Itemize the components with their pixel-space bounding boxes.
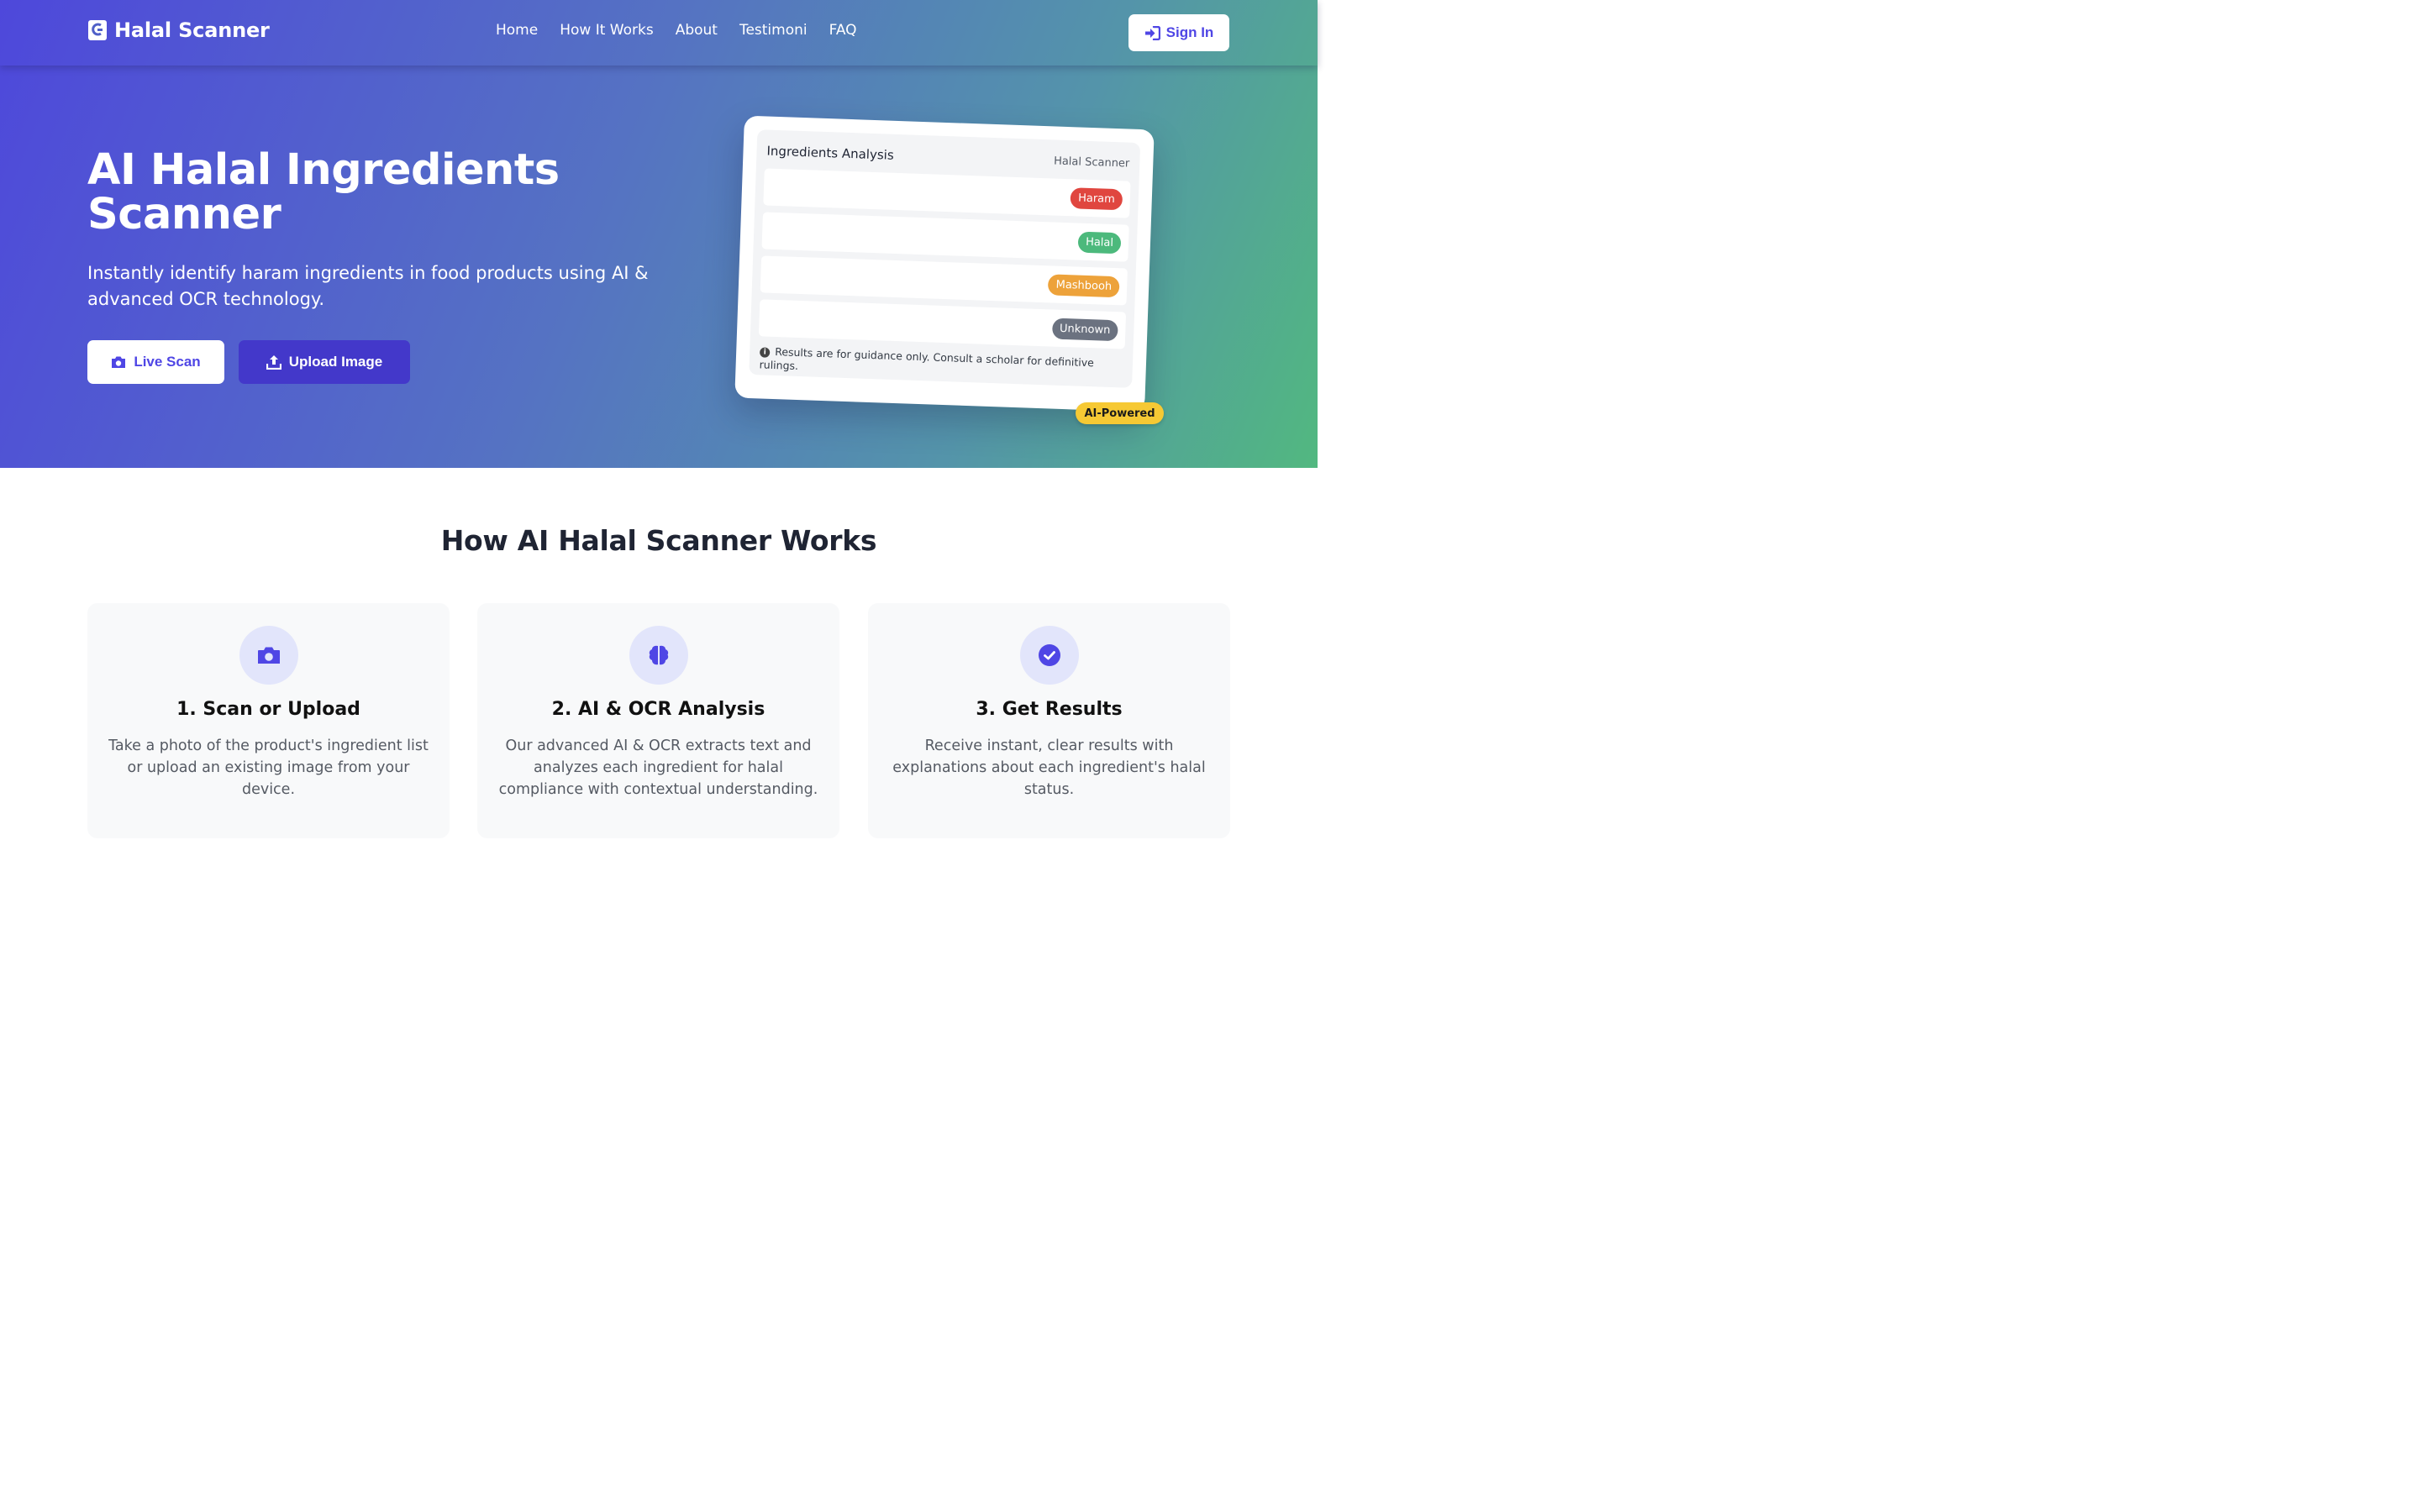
step-description: Our advanced AI & OCR extracts text and … bbox=[498, 738, 818, 798]
step-icon-circle bbox=[1019, 626, 1079, 685]
brand-logo[interactable]: Halal Scanner bbox=[87, 18, 270, 42]
ingredient-row: Unknown bbox=[758, 299, 1127, 349]
hero-section: Halal Scanner Home How It Works About Te… bbox=[0, 0, 1318, 468]
step-icon-circle bbox=[629, 626, 688, 685]
step-card-results: 3. Get Results Receive instant, clear re… bbox=[868, 603, 1230, 838]
upload-image-label: Upload Image bbox=[288, 354, 383, 370]
brain-icon bbox=[649, 645, 668, 665]
check-circle-icon bbox=[1038, 644, 1060, 666]
analysis-title: Ingredients Analysis bbox=[766, 143, 895, 163]
step-card-scan: 1. Scan or Upload Take a photo of the pr… bbox=[87, 603, 450, 838]
live-scan-button[interactable]: Live Scan bbox=[87, 340, 224, 384]
hero-subtitle: Instantly identify haram ingredients in … bbox=[87, 263, 649, 309]
brand-name: Halal Scanner bbox=[114, 18, 270, 42]
nav-links: Home How It Works About Testimoni FAQ bbox=[496, 22, 857, 39]
step-title: 2. AI & OCR Analysis bbox=[551, 699, 765, 720]
ingredients-analysis-card: Ingredients Analysis Halal Scanner Haram… bbox=[734, 115, 1155, 412]
camera-icon bbox=[112, 356, 126, 368]
nav-link-about[interactable]: About bbox=[676, 22, 718, 39]
scanner-logo-icon bbox=[88, 20, 107, 40]
analysis-brand: Halal Scanner bbox=[1053, 154, 1130, 171]
upload-icon bbox=[266, 355, 281, 370]
step-title: 3. Get Results bbox=[976, 699, 1123, 720]
upload-image-button[interactable]: Upload Image bbox=[239, 340, 410, 384]
step-icon-circle bbox=[239, 626, 298, 685]
ingredient-row: Halal bbox=[761, 212, 1129, 262]
sign-in-button[interactable]: Sign In bbox=[1128, 14, 1229, 51]
nav-link-how-it-works[interactable]: How It Works bbox=[560, 22, 653, 39]
how-it-works-title: How AI Halal Scanner Works bbox=[440, 524, 877, 557]
ai-powered-badge: AI-Powered bbox=[1076, 402, 1164, 424]
step-description: Receive instant, clear results with expl… bbox=[892, 738, 1206, 798]
status-badge-mashbooh: Mashbooh bbox=[1048, 274, 1120, 298]
camera-icon bbox=[257, 647, 280, 664]
status-badge-unknown: Unknown bbox=[1051, 318, 1118, 342]
guidance-note-text: Results are for guidance only. Consult a… bbox=[759, 345, 1095, 372]
step-description: Take a photo of the product's ingredient… bbox=[108, 738, 429, 798]
analysis-panel: Ingredients Analysis Halal Scanner Haram… bbox=[749, 129, 1141, 388]
step-title: 1. Scan or Upload bbox=[176, 699, 360, 720]
analysis-header: Ingredients Analysis Halal Scanner bbox=[765, 139, 1132, 174]
step-card-analysis: 2. AI & OCR Analysis Our advanced AI & O… bbox=[477, 603, 839, 838]
guidance-note: i Results are for guidance only. Consult … bbox=[757, 344, 1124, 384]
live-scan-label: Live Scan bbox=[134, 354, 201, 370]
hero-title: AI Halal Ingredients Scanner bbox=[87, 145, 560, 239]
ingredient-row: Mashbooh bbox=[760, 255, 1128, 306]
sign-in-icon bbox=[1144, 25, 1160, 40]
status-badge-haram: Haram bbox=[1070, 187, 1123, 211]
top-navbar: Halal Scanner Home How It Works About Te… bbox=[0, 0, 1318, 66]
nav-link-testimoni[interactable]: Testimoni bbox=[739, 22, 808, 39]
nav-link-home[interactable]: Home bbox=[496, 22, 538, 39]
ingredient-row: Haram bbox=[763, 168, 1131, 218]
info-icon: i bbox=[759, 347, 771, 358]
sign-in-label: Sign In bbox=[1165, 24, 1214, 40]
status-badge-halal: Halal bbox=[1077, 231, 1122, 255]
nav-link-faq[interactable]: FAQ bbox=[829, 22, 857, 39]
